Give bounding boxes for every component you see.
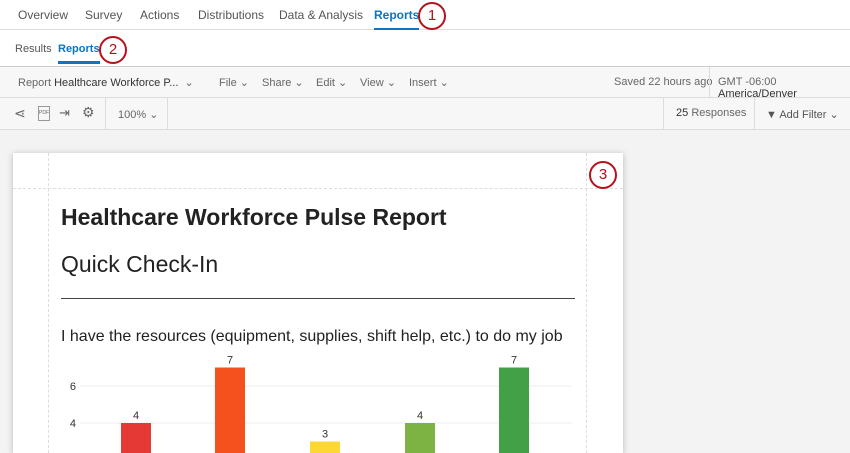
bar-chart: 6 4 4 7 3 4 7 xyxy=(13,153,623,453)
menu-label: Edit xyxy=(316,77,335,89)
responses-count: 25 Responses xyxy=(676,107,746,119)
add-filter-label: Add Filter xyxy=(779,109,826,121)
report-selector[interactable]: Report Healthcare Workforce P... ⌄ xyxy=(18,76,194,89)
report-page: Healthcare Workforce Pulse Report Quick … xyxy=(13,153,623,453)
tab-survey[interactable]: Survey xyxy=(85,8,122,22)
tab-overview[interactable]: Overview xyxy=(18,8,68,22)
menu-label: View xyxy=(360,77,384,89)
export-icon[interactable]: ⇥ xyxy=(59,105,70,121)
filter-icon: ▼ xyxy=(766,109,777,121)
report-toolbar-2: ⋖ PDF ⇥ ⚙ 100% ⌄ 25 Responses ▼ Add Filt… xyxy=(0,98,850,130)
callout-badge-3: 3 xyxy=(589,161,617,189)
callout-badge-1: 1 xyxy=(418,2,446,30)
menu-label: Insert xyxy=(409,77,437,89)
menu-share[interactable]: Share ⌄ xyxy=(262,76,304,89)
bar xyxy=(215,368,245,453)
tab-data-analysis[interactable]: Data & Analysis xyxy=(279,8,363,22)
menu-view[interactable]: View ⌄ xyxy=(360,76,396,89)
tz-offset: GMT -06:00 xyxy=(718,76,777,88)
pdf-icon[interactable]: PDF xyxy=(38,106,50,121)
callout-badge-2: 2 xyxy=(99,36,127,64)
data-label: 4 xyxy=(417,410,423,422)
timezone: GMT -06:00 America/Denver xyxy=(718,76,850,100)
gear-icon[interactable]: ⚙ xyxy=(82,104,95,121)
responses-label: Responses xyxy=(691,107,746,119)
menu-label: File xyxy=(219,77,237,89)
chevron-down-icon: ⌄ xyxy=(181,77,193,89)
menu-edit[interactable]: Edit ⌄ xyxy=(316,76,347,89)
menu-label: Share xyxy=(262,77,291,89)
share-icon[interactable]: ⋖ xyxy=(14,105,26,122)
saved-status: Saved 22 hours ago xyxy=(614,76,712,88)
zoom-select[interactable]: 100% ⌄ xyxy=(118,108,158,121)
bar xyxy=(121,423,151,453)
data-label: 4 xyxy=(133,410,139,422)
count: 25 xyxy=(676,107,688,119)
report-prefix: Report xyxy=(18,77,51,89)
subtab-results[interactable]: Results xyxy=(15,43,52,55)
data-label: 3 xyxy=(322,429,328,441)
menu-insert[interactable]: Insert ⌄ xyxy=(409,76,449,89)
zoom-value: 100% xyxy=(118,109,146,121)
data-label: 7 xyxy=(511,355,517,367)
report-toolbar: Report Healthcare Workforce P... ⌄ File … xyxy=(0,67,850,98)
y-tick: 4 xyxy=(70,418,76,430)
subtab-reports[interactable]: Reports xyxy=(58,43,100,55)
y-tick: 6 xyxy=(70,381,76,393)
bar xyxy=(310,442,340,453)
report-name: Healthcare Workforce P... xyxy=(54,77,178,89)
sub-nav: Results Reports xyxy=(0,30,850,67)
tab-reports[interactable]: Reports xyxy=(374,8,419,22)
tab-actions[interactable]: Actions xyxy=(140,8,179,22)
data-label: 7 xyxy=(227,355,233,367)
menu-file[interactable]: File ⌄ xyxy=(219,76,249,89)
add-filter-button[interactable]: ▼ Add Filter ⌄ xyxy=(766,108,839,121)
bar xyxy=(499,368,529,453)
tab-distributions[interactable]: Distributions xyxy=(198,8,264,22)
bar xyxy=(405,423,435,453)
